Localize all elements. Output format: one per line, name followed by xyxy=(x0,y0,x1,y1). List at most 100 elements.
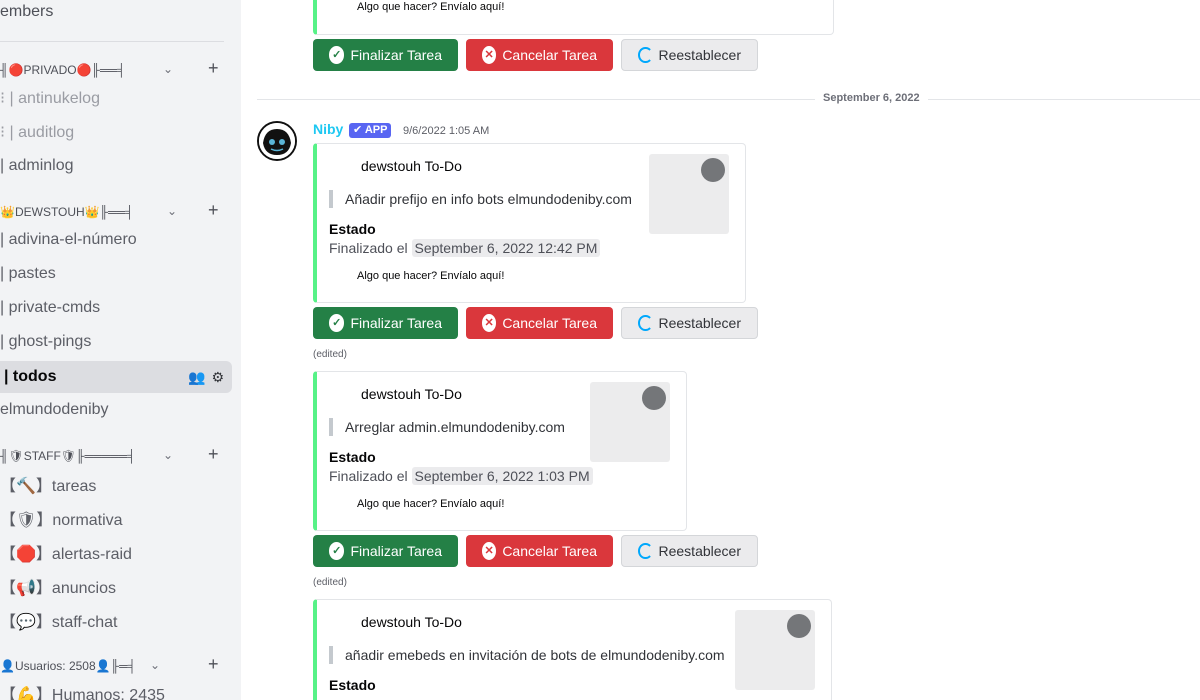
channel-label: | ghost-pings xyxy=(0,333,92,350)
todo-embed: dewstouh To-Do añadir emebeds en invitac… xyxy=(313,599,832,700)
embed-field-value xyxy=(329,696,577,700)
channel-label: elmundodeniby xyxy=(0,401,109,418)
embed-field-name: Estado xyxy=(329,677,376,693)
embed-timestamp[interactable]: September 6, 2022 12:42 PM xyxy=(411,239,601,257)
channel-label: | todos xyxy=(4,368,57,385)
sidebar-item-auditlog[interactable]: ⁝ | auditlog xyxy=(0,116,232,148)
button-label: Finalizar Tarea xyxy=(350,47,442,63)
chevron-down-icon: ⌄ xyxy=(163,62,174,76)
category-label: ╢🔴PRIVADO🔴╟══╡ xyxy=(0,63,126,77)
date-divider xyxy=(257,99,1200,100)
cancel-task-button[interactable]: ✕ Cancelar Tarea xyxy=(466,307,613,339)
sidebar-item-alertas-raid[interactable]: 【🛑】alertas-raid xyxy=(0,536,232,568)
reset-button[interactable]: Reestablecer xyxy=(621,535,758,567)
button-label: Finalizar Tarea xyxy=(350,315,442,331)
message-author[interactable]: Niby xyxy=(313,121,343,137)
check-icon: ✓ xyxy=(329,314,345,332)
embed-title: dewstouh To-Do xyxy=(361,614,462,630)
channel-label: | adivina-el-número xyxy=(0,231,137,248)
channel-label: ⁝ | auditlog xyxy=(0,124,75,141)
channel-label: | adminlog xyxy=(0,157,74,174)
category-dewstouh[interactable]: 👑DEWSTOUH👑╟══╡ ⌄ + xyxy=(0,200,232,222)
message-timestamp[interactable]: 9/6/2022 1:05 AM xyxy=(403,125,489,137)
embed-thumbnail[interactable] xyxy=(649,154,729,234)
embed-field-value: Finalizado el September 6, 2022 12:42 PM xyxy=(329,239,601,257)
refresh-icon xyxy=(638,315,653,331)
create-channel-icon[interactable]: + xyxy=(208,58,219,79)
refresh-icon xyxy=(638,47,653,63)
sidebar-item-normativa[interactable]: 【🛡】normativa xyxy=(0,502,232,534)
channel-label: | pastes xyxy=(0,265,56,282)
chevron-down-icon: ⌄ xyxy=(150,658,161,672)
finish-task-button[interactable]: ✓ Finalizar Tarea xyxy=(313,535,458,567)
sidebar-item-anuncios[interactable]: 【📢】anuncios xyxy=(0,570,232,602)
date-divider-label: September 6, 2022 xyxy=(815,92,928,104)
avatar[interactable] xyxy=(257,121,297,161)
create-channel-icon[interactable]: + xyxy=(208,654,219,675)
avatar-image xyxy=(259,123,295,159)
cancel-task-button[interactable]: ✕ Cancelar Tarea xyxy=(466,535,613,567)
chevron-down-icon: ⌄ xyxy=(163,448,174,462)
channel-label: | private-cmds xyxy=(0,299,101,316)
sidebar-item-staff-chat[interactable]: 【💬】staff-chat xyxy=(0,604,232,636)
embed-footer: Algo que hacer? Envíalo aquí! xyxy=(357,498,505,510)
sidebar-item-tareas[interactable]: 【🔨】tareas xyxy=(0,468,232,500)
members-label[interactable]: embers xyxy=(0,3,53,21)
create-invite-icon[interactable]: 👥 xyxy=(188,369,205,386)
x-icon: ✕ xyxy=(482,314,497,332)
reset-button[interactable]: Reestablecer xyxy=(621,307,758,339)
button-label: Reestablecer xyxy=(658,47,742,63)
sidebar-item-private-cmds[interactable]: | private-cmds xyxy=(0,292,232,324)
field-prefix: Finalizado el xyxy=(329,468,408,484)
field-prefix: Finalizado el xyxy=(329,240,408,256)
sidebar-item-adminlog[interactable]: | adminlog xyxy=(0,150,232,182)
embed-thumbnail[interactable] xyxy=(735,610,815,690)
sidebar-item-humanos[interactable]: 【💪】Humanos: 2435 xyxy=(0,677,232,700)
create-channel-icon[interactable]: + xyxy=(208,200,219,221)
edited-label: (edited) xyxy=(313,349,347,360)
sidebar-item-elmundodeniby[interactable]: elmundodeniby xyxy=(0,394,232,426)
embed-thumbnail[interactable] xyxy=(590,382,670,462)
finish-task-button[interactable]: ✓ Finalizar Tarea xyxy=(313,307,458,339)
channel-actions: 👥 ⚙ xyxy=(188,369,224,386)
embed-field-name: Estado xyxy=(329,449,376,465)
chevron-down-icon: ⌄ xyxy=(167,204,178,218)
app-badge: ✔ APP xyxy=(349,123,392,138)
category-usuarios[interactable]: 👤Usuarios: 2508👤╟═╡ ⌄ + xyxy=(0,654,232,676)
sidebar-item-todos[interactable]: | todos 👥 ⚙ xyxy=(0,361,232,393)
cancel-task-button[interactable]: ✕ Cancelar Tarea xyxy=(466,39,613,71)
channel-label: 【🛑】alertas-raid xyxy=(0,546,132,563)
button-label: Reestablecer xyxy=(658,315,742,331)
channel-label: 【📢】anuncios xyxy=(0,580,116,597)
finish-task-button[interactable]: ✓ Finalizar Tarea xyxy=(313,39,458,71)
channel-label: 【💪】Humanos: 2435 xyxy=(0,687,165,700)
channel-label: ⁝ | antinukelog xyxy=(0,90,100,107)
category-label: 👑DEWSTOUH👑╟══╡ xyxy=(0,205,134,219)
embed-footer: Algo que hacer? Envíalo aquí! xyxy=(357,270,505,282)
create-channel-icon[interactable]: + xyxy=(208,444,219,465)
button-label: Reestablecer xyxy=(658,543,742,559)
category-label: ╢🛡STAFF🛡╟═════╡ xyxy=(0,449,136,463)
sidebar-item-ghost-pings[interactable]: | ghost-pings xyxy=(0,326,232,358)
embed-timestamp[interactable]: September 6, 2022 1:03 PM xyxy=(411,467,593,485)
sidebar-item-pastes[interactable]: | pastes xyxy=(0,258,232,290)
edited-label: (edited) xyxy=(313,577,347,588)
check-icon: ✓ xyxy=(329,542,345,560)
refresh-icon xyxy=(638,543,653,559)
sidebar-item-antinukelog[interactable]: ⁝ | antinukelog xyxy=(0,82,232,114)
sidebar-item-adivina-el-numero[interactable]: | adivina-el-número xyxy=(0,224,232,256)
gear-icon[interactable]: ⚙ xyxy=(211,369,224,386)
channel-sidebar: embers ╢🔴PRIVADO🔴╟══╡ ⌄ + ⁝ | antinukelo… xyxy=(0,0,241,700)
x-icon: ✕ xyxy=(482,542,497,560)
category-privado[interactable]: ╢🔴PRIVADO🔴╟══╡ ⌄ + xyxy=(0,58,232,80)
embed-field-value: Finalizado el September 6, 2022 1:03 PM xyxy=(329,467,593,485)
embed-field-name: Estado xyxy=(329,221,376,237)
category-staff[interactable]: ╢🛡STAFF🛡╟═════╡ ⌄ + xyxy=(0,444,232,466)
channel-label: 【💬】staff-chat xyxy=(0,614,118,631)
category-label: 👤Usuarios: 2508👤╟═╡ xyxy=(0,659,137,673)
reset-button[interactable]: Reestablecer xyxy=(621,39,758,71)
check-icon: ✓ xyxy=(329,46,345,64)
embed-description: añadir emebeds en invitación de bots de … xyxy=(329,646,725,664)
todo-embed: dewstouh To-Do Arreglar admin.elmundoden… xyxy=(313,371,687,531)
thumbnail-avatar xyxy=(701,158,725,182)
